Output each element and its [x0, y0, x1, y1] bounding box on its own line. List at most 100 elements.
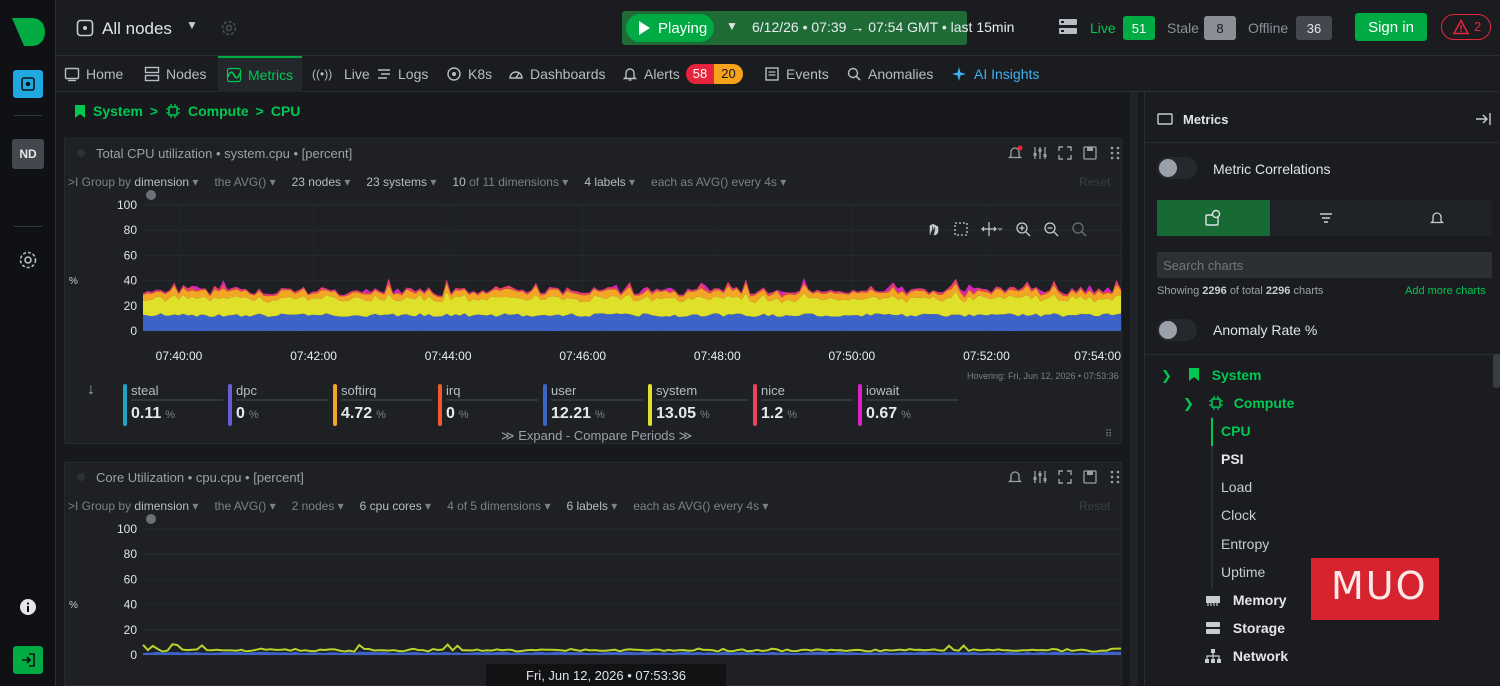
tree-item-compute[interactable]: ❯ Compute: [1183, 395, 1294, 412]
chart-total-cpu-plot[interactable]: 100 80 60 40 20 0 07:40:00 07:42:00 07:44:00 07:4…: [65, 189, 1121, 389]
tab-nodes[interactable]: Nodes: [144, 56, 206, 92]
zoom-in-icon[interactable]: [1015, 221, 1031, 237]
alert-bell-icon[interactable]: [1007, 145, 1023, 161]
tab-anomalies[interactable]: Anomalies: [846, 56, 933, 92]
panel-tab-filters[interactable]: [1270, 200, 1382, 236]
drag-handle-icon[interactable]: [1107, 145, 1123, 161]
sign-in-icon[interactable]: [13, 646, 43, 674]
nodes-selector[interactable]: 23 nodes ▾: [292, 175, 351, 189]
tab-home[interactable]: Home: [64, 56, 123, 92]
alert-bell-icon[interactable]: [1007, 469, 1023, 485]
cores-selector[interactable]: 6 cpu cores ▾: [360, 499, 431, 513]
select-area-icon[interactable]: [953, 221, 969, 237]
legend-item-steal[interactable]: steal 0.11%: [123, 382, 223, 428]
breadcrumb-cpu[interactable]: CPU: [271, 103, 301, 119]
fullscreen-icon[interactable]: [1057, 145, 1073, 161]
reset-button[interactable]: Reset: [1079, 499, 1110, 513]
search-charts-input[interactable]: [1157, 252, 1492, 278]
panel-tab-alerts[interactable]: [1382, 200, 1492, 236]
tab-dashboards[interactable]: Dashboards: [508, 56, 606, 92]
tree-item-load[interactable]: Load: [1221, 479, 1252, 495]
spaces-icon[interactable]: [13, 70, 43, 98]
tree-item-psi[interactable]: PSI: [1221, 451, 1244, 467]
sign-in-button[interactable]: Sign in: [1355, 13, 1427, 41]
tab-alerts[interactable]: Alerts 58 20: [622, 56, 743, 92]
settings-sliders-icon[interactable]: [1032, 145, 1048, 161]
stale-count-badge[interactable]: 8: [1204, 16, 1236, 40]
labels-selector[interactable]: 4 labels ▾: [584, 175, 635, 189]
settings-sliders-icon[interactable]: [1032, 469, 1048, 485]
muo-watermark: MUO: [1311, 558, 1439, 620]
dimensions-selector[interactable]: 4 of 5 dimensions ▾: [447, 499, 550, 513]
offline-count-badge[interactable]: 36: [1296, 16, 1332, 40]
tree-item-memory[interactable]: Memory: [1205, 592, 1287, 608]
aggregation-selector[interactable]: the AVG() ▾: [214, 175, 275, 189]
add-more-charts-link[interactable]: Add more charts: [1405, 285, 1486, 297]
time-range[interactable]: 6/12/26 • 07:39 → 07:54 GMT • last 15min: [752, 19, 1014, 35]
group-by-selector[interactable]: >I Group by dimension ▾: [68, 175, 198, 189]
fullscreen-icon[interactable]: [1057, 469, 1073, 485]
tab-ai-insights[interactable]: AI Insights: [952, 56, 1039, 92]
reset-zoom-icon[interactable]: [1071, 221, 1087, 237]
chevron-down-icon[interactable]: ▼: [726, 19, 738, 33]
save-icon[interactable]: [1082, 145, 1098, 161]
tab-live[interactable]: ((•)) Live: [312, 56, 370, 92]
tree-item-entropy[interactable]: Entropy: [1221, 536, 1269, 552]
resize-handle-icon[interactable]: ⠿: [1105, 429, 1112, 440]
breadcrumb-compute[interactable]: Compute: [188, 103, 249, 119]
time-aggregation-selector[interactable]: each as AVG() every 4s ▾: [633, 499, 768, 513]
legend-item-iowait[interactable]: iowait 0.67%: [858, 382, 958, 428]
anomaly-rate-toggle[interactable]: [1157, 319, 1197, 341]
expand-compare-button[interactable]: ≫ Expand - Compare Periods ≫: [501, 428, 692, 444]
metric-correlations-toggle[interactable]: [1157, 157, 1197, 179]
horizontal-zoom-icon[interactable]: [981, 221, 1003, 237]
gear-icon[interactable]: [18, 250, 38, 270]
live-count-badge[interactable]: 51: [1123, 16, 1155, 40]
alerts-badge[interactable]: 58 20: [685, 64, 743, 84]
breadcrumb-system[interactable]: System: [93, 103, 143, 119]
nodes-status-icon[interactable]: [1058, 17, 1078, 37]
tab-metrics[interactable]: Metrics: [218, 56, 302, 92]
legend-item-irq[interactable]: irq 0%: [438, 382, 538, 428]
tab-logs[interactable]: Logs: [376, 56, 428, 92]
main-scrollbar[interactable]: [1130, 92, 1138, 686]
group-by-selector[interactable]: >I Group by dimension ▾: [68, 499, 198, 513]
pan-hand-icon[interactable]: [925, 221, 941, 237]
room-settings-icon[interactable]: [220, 19, 238, 37]
tree-item-cpu[interactable]: CPU: [1221, 423, 1251, 439]
tab-k8s[interactable]: K8s: [446, 56, 492, 92]
chart-core-utilization-plot[interactable]: 100 80 60 40 20 0: [65, 513, 1121, 685]
chevron-down-icon[interactable]: ▼: [186, 18, 198, 32]
panel-tab-charts[interactable]: [1157, 200, 1270, 236]
legend-item-softirq[interactable]: softirq 4.72%: [333, 382, 433, 428]
netdata-logo[interactable]: [8, 12, 48, 52]
collapse-panel-icon[interactable]: [1475, 112, 1491, 126]
systems-selector[interactable]: 23 systems ▾: [366, 175, 436, 189]
save-icon[interactable]: [1082, 469, 1098, 485]
panel-scrollbar[interactable]: [1493, 354, 1500, 388]
legend-item-nice[interactable]: nice 1.2%: [753, 382, 853, 428]
tree-item-clock[interactable]: Clock: [1221, 507, 1256, 523]
reset-button[interactable]: Reset: [1079, 175, 1110, 189]
time-aggregation-selector[interactable]: each as AVG() every 4s ▾: [651, 175, 786, 189]
nodes-selector[interactable]: 2 nodes ▾: [292, 499, 344, 513]
legend-item-dpc[interactable]: dpc 0%: [228, 382, 328, 428]
drag-handle-icon[interactable]: [1107, 469, 1123, 485]
dimensions-selector[interactable]: 10 of 11 dimensions ▾: [452, 175, 568, 189]
legend-item-system[interactable]: system 13.05%: [648, 382, 748, 428]
legend-item-user[interactable]: user 12.21%: [543, 382, 643, 428]
room-selector[interactable]: All nodes: [102, 19, 172, 39]
tree-item-network[interactable]: Network: [1205, 648, 1288, 664]
avatar[interactable]: ND: [12, 139, 44, 169]
labels-selector[interactable]: 6 labels ▾: [567, 499, 618, 513]
play-button[interactable]: Playing: [626, 14, 714, 42]
alerts-indicator[interactable]: 2: [1441, 14, 1491, 40]
aggregation-selector[interactable]: the AVG() ▾: [214, 499, 275, 513]
zoom-out-icon[interactable]: [1043, 221, 1059, 237]
tree-item-storage[interactable]: Storage: [1205, 620, 1285, 636]
sort-arrow-icon[interactable]: ↓: [87, 381, 95, 399]
tree-item-system[interactable]: ❯ System: [1161, 367, 1262, 384]
tab-events[interactable]: Events: [764, 56, 829, 92]
info-icon[interactable]: [18, 597, 38, 617]
tree-item-uptime[interactable]: Uptime: [1221, 564, 1265, 580]
